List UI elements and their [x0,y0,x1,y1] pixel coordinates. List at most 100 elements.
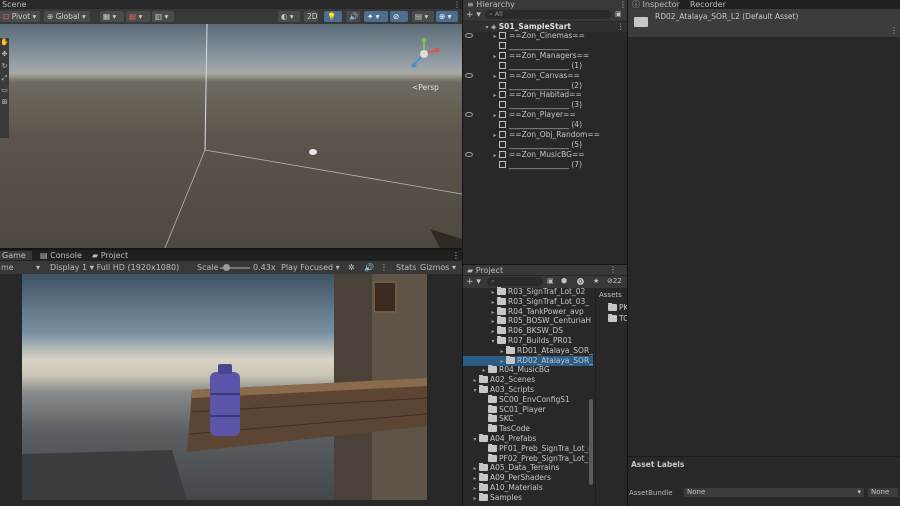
panel-divider[interactable] [463,264,627,265]
project-folder-item[interactable]: ▸ A05_Data_Terrains [463,463,593,473]
expand-arrow-icon[interactable]: ▸ [480,366,488,375]
resolution-dropdown[interactable]: ▾ Full HD (1920x1080) [90,263,190,272]
global-toggle[interactable]: ⊕ Global ▾ [44,11,90,22]
hierarchy-item[interactable]: ▸ ==Zon_Canvas== [463,71,627,81]
hidden-objects-toggle[interactable]: ⊘ [390,11,408,22]
play-focused-dropdown[interactable]: Play Focused ▾ [281,263,340,272]
expand-arrow-icon[interactable]: ▸ [498,357,506,366]
project-folder-item[interactable]: ▸ RD02_Atalaya_SOR_ [463,355,593,366]
hierarchy-item[interactable]: ________________ [463,41,627,51]
mode-2d-button[interactable]: 2D [304,11,318,22]
search-by-type-icon[interactable]: ▣ [547,277,554,285]
asset-labels-header[interactable]: Asset Labels [631,460,684,469]
rect-tool-icon[interactable]: ▭ [0,86,9,98]
expand-arrow-icon[interactable]: ▸ [471,464,479,473]
project-folder-item[interactable]: ▸ R03_SignTraf_Lot_02 [463,287,593,297]
hierarchy-search-input[interactable]: ⌕ All [485,10,611,19]
move-tool-icon[interactable]: ✥ [0,50,9,62]
expand-arrow-icon[interactable]: ▸ [489,327,497,336]
expand-arrow-icon[interactable]: ▸ [489,298,497,307]
gizmos-button[interactable]: ⊕ ▾ [436,11,458,22]
display-dropdown[interactable]: Display 1 ▾ [50,263,94,272]
expand-arrow-icon[interactable]: ▸ [491,151,499,160]
visibility-eye-icon[interactable] [465,33,473,38]
expand-arrow-icon[interactable]: ▾ [471,386,479,395]
hierarchy-item[interactable]: ▸ ==Zon_Habitad== [463,90,627,100]
persp-label[interactable]: <Persp [412,83,439,92]
scene-viewport[interactable]: <Persp [0,24,462,248]
tab-scene[interactable]: Scene [2,0,26,9]
expand-arrow-icon[interactable]: ▸ [489,317,497,326]
hierarchy-item[interactable]: ________________ (7) [463,160,627,170]
expand-arrow-icon[interactable]: ▸ [471,376,479,385]
asset-item[interactable]: PK [608,303,628,313]
toolbar-overlay-button[interactable]: ▥ ▾ [152,11,174,22]
assets-breadcrumb[interactable]: Assets [599,291,622,299]
project-folder-item[interactable]: ▸ Samples [463,492,593,503]
grid-snap-button[interactable]: ▦ ▾ [100,11,124,22]
project-folder-item[interactable]: ▸ A02_Scenes [463,375,593,385]
project-folder-item[interactable]: ▾ A03_Scripts [463,385,593,395]
hierarchy-item[interactable]: ▸ ==Zon_Obj_Random== [463,130,627,140]
expand-arrow-icon[interactable]: ▸ [491,32,499,41]
expand-arrow-icon[interactable]: ▸ [491,91,499,100]
panel-divider[interactable] [462,0,463,506]
panel-divider[interactable] [0,248,462,250]
tab-project[interactable]: ▰ Project [92,251,128,260]
expand-arrow-icon[interactable]: ▾ [471,435,479,444]
game-viewport[interactable] [22,274,427,500]
hierarchy-item[interactable]: ▸ ==Zon_Player== [463,110,627,120]
expand-arrow-icon[interactable]: ▸ [471,474,479,483]
effects-toggle[interactable]: ✦ ▾ [364,11,388,22]
hierarchy-item[interactable]: ________________ (5) [463,140,627,150]
gizmos-dropdown[interactable]: Gizmos ▾ [420,263,456,272]
expand-arrow-icon[interactable]: ▸ [491,72,499,81]
rotate-tool-icon[interactable]: ↻ [0,62,9,74]
project-folder-item[interactable]: ▾ R07_Builds_PR01 [463,336,593,346]
project-folder-item[interactable]: ▸ R03_SignTraf_Lot_03_ [463,296,593,307]
settings-gear-icon[interactable]: ✲ [348,263,355,272]
search-by-label-icon[interactable]: ⬢ [561,277,567,285]
expand-arrow-icon[interactable]: ▸ [489,288,497,297]
scene-menu-icon[interactable]: ⋮ [453,0,461,9]
expand-arrow-icon[interactable]: ▸ [471,494,479,503]
favorites-icon[interactable]: ★ [593,277,599,285]
view-gizmo[interactable] [408,37,440,70]
pivot-toggle[interactable]: ⊡ Pivot ▾ [0,11,40,22]
project-folder-item[interactable]: ▸ A10_Materials [463,483,593,493]
project-folder-item[interactable]: PF01_Preb_SignTra_Lot_( [463,443,593,454]
project-folder-item[interactable]: ▾ A04_Prefabs [463,434,593,444]
project-folder-item[interactable]: ▸ RD01_Atalaya_SOR_ [463,345,593,356]
lighting-toggle[interactable]: 💡 [324,11,342,22]
scale-slider[interactable] [220,264,250,271]
project-folder-item[interactable]: ▸ A09_PerShaders [463,473,593,483]
game-menu-icon[interactable]: ⋮ [452,251,460,260]
project-scrollbar[interactable] [589,399,593,485]
hidden-packages-count[interactable]: ⊘22 [607,277,622,285]
inspector-menu-icon[interactable]: ⋮ [890,26,898,35]
mute-audio-icon[interactable]: 🔊 [364,263,374,272]
project-menu-icon[interactable]: ⋮ [609,265,617,274]
project-folder-item[interactable]: ▸ R04_TankPower_avp [463,306,593,317]
tab-recorder[interactable]: Recorder [690,0,726,9]
project-folder-item[interactable]: SC01_Player [463,404,593,415]
panel-divider[interactable] [627,0,628,506]
project-folder-item[interactable]: ▸ R06_BKSW_DS [463,326,593,336]
project-folder-item[interactable]: PF02_Preb_SignTra_Lot_( [463,453,593,464]
hierarchy-item[interactable]: ________________ (4) [463,120,627,130]
expand-arrow-icon[interactable]: ▸ [491,131,499,140]
hierarchy-item[interactable]: ________________ (2) [463,81,627,91]
transform-tool-icon[interactable]: ⊞ [0,98,9,110]
project-folder-item[interactable]: TasCode [463,424,593,434]
expand-arrow-icon[interactable]: ▾ [489,337,497,346]
project-folder-item[interactable]: ▸ R04_MusicBG [463,365,593,375]
project-folder-item[interactable]: SKC [463,414,593,424]
hierarchy-item[interactable]: ________________ (1) [463,61,627,71]
tab-console[interactable]: ▤ Console [40,251,82,260]
project-search-input[interactable]: ⌕ [487,277,543,286]
expand-arrow-icon[interactable]: ▸ [471,484,479,493]
project-folder-item[interactable]: SC00_EnvConfigS1 [463,394,593,405]
asset-bundle-variant-dropdown[interactable]: None [868,488,898,497]
expand-arrow-icon[interactable]: ▸ [498,347,506,356]
save-search-icon[interactable]: ⓿ [577,277,584,287]
